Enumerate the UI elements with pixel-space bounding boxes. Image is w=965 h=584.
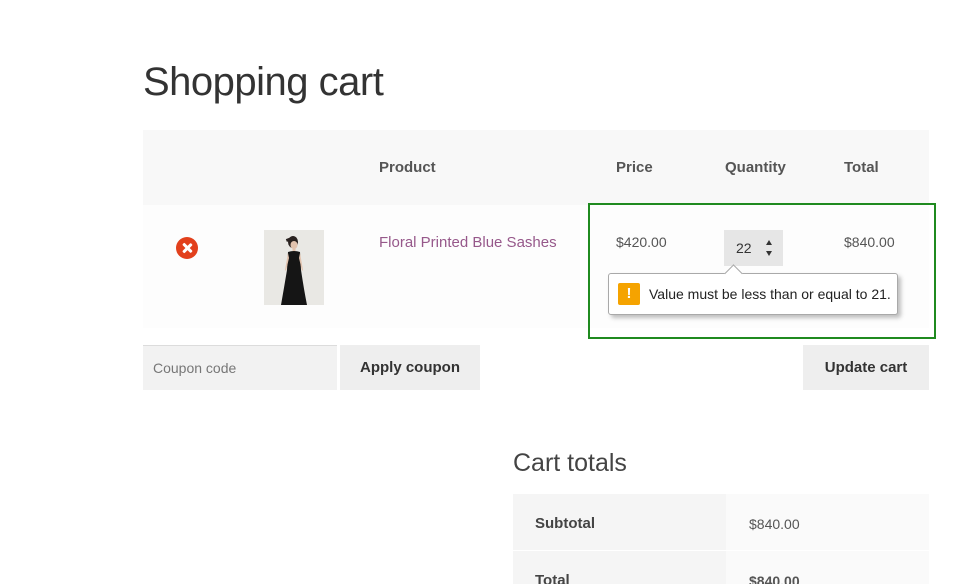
header-price: Price bbox=[616, 159, 653, 176]
subtotal-row: Subtotal $840.00 bbox=[513, 494, 929, 551]
page: Shopping cart Product Price Quantity Tot… bbox=[0, 0, 965, 584]
product-thumbnail[interactable] bbox=[264, 230, 324, 305]
quantity-stepper[interactable]: 22 bbox=[724, 230, 783, 266]
validation-tooltip: ! Value must be less than or equal to 21… bbox=[608, 264, 898, 315]
quantity-value[interactable]: 22 bbox=[736, 240, 752, 256]
subtotal-value: $840.00 bbox=[749, 516, 800, 532]
cart-totals-title: Cart totals bbox=[513, 449, 627, 477]
page-title: Shopping cart bbox=[143, 60, 384, 104]
spin-up-icon[interactable] bbox=[766, 240, 772, 245]
coupon-code-field[interactable]: Coupon code bbox=[143, 345, 337, 390]
header-product: Product bbox=[379, 159, 436, 176]
subtotal-label: Subtotal bbox=[535, 515, 595, 532]
product-thumbnail-black-dress-icon bbox=[264, 230, 324, 305]
header-quantity: Quantity bbox=[725, 159, 786, 176]
header-total: Total bbox=[844, 159, 879, 176]
total-value: $840.00 bbox=[749, 573, 800, 584]
update-cart-button[interactable]: Update cart bbox=[803, 345, 929, 390]
item-price: $420.00 bbox=[616, 234, 667, 250]
warning-icon: ! bbox=[618, 283, 640, 305]
item-total: $840.00 bbox=[844, 234, 895, 250]
remove-item-icon[interactable] bbox=[176, 237, 198, 259]
product-name-link[interactable]: Floral Printed Blue Sashes bbox=[379, 234, 557, 251]
cart-table-header: Product Price Quantity Total bbox=[143, 130, 929, 205]
total-label: Total bbox=[535, 572, 570, 584]
total-row: Total $840.00 bbox=[513, 551, 929, 584]
spin-down-icon[interactable] bbox=[766, 251, 772, 256]
coupon-placeholder: Coupon code bbox=[153, 360, 237, 376]
apply-coupon-button[interactable]: Apply coupon bbox=[340, 345, 480, 390]
validation-message: Value must be less than or equal to 21. bbox=[649, 286, 891, 302]
cart-totals-table: Subtotal $840.00 Total $840.00 bbox=[513, 494, 929, 584]
